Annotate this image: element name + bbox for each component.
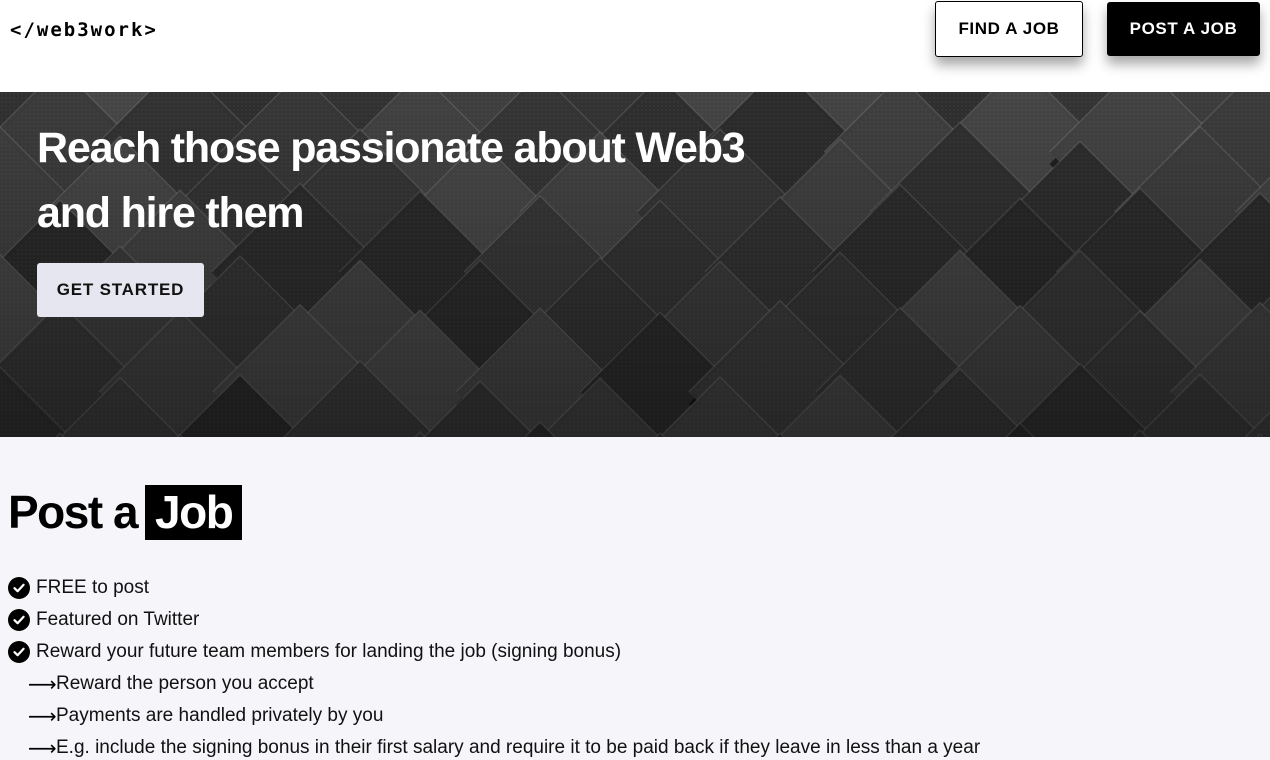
subpoint-text: Reward the person you accept xyxy=(56,673,314,694)
hero-headline-line2: and hire them xyxy=(37,189,305,237)
benefit-text: Featured on Twitter xyxy=(36,609,200,630)
benefits-list: FREE to post Featured on Twitter Reward … xyxy=(8,572,980,760)
check-circle-icon xyxy=(8,609,30,631)
top-navigation-bar: </web3work> FIND A JOB POST A JOB xyxy=(0,0,1270,92)
check-circle-icon xyxy=(8,577,30,599)
long-arrow-right-icon: ⟶ xyxy=(28,672,57,696)
hero-banner: Reach those passionate about Web3 and hi… xyxy=(0,92,1270,437)
hero-headline-line1: Reach those passionate about Web3 xyxy=(37,124,746,172)
post-a-job-heading: Post a Job xyxy=(8,484,243,540)
post-heading-highlight: Job xyxy=(145,484,243,540)
benefit-subpoint: ⟶ Payments are handled privately by you xyxy=(8,700,980,732)
get-started-button[interactable]: GET STARTED xyxy=(37,263,204,317)
long-arrow-right-icon: ⟶ xyxy=(28,704,57,728)
benefit-text: FREE to post xyxy=(36,577,149,598)
check-circle-icon xyxy=(8,641,30,663)
subpoint-text: E.g. include the signing bonus in their … xyxy=(56,737,981,758)
subpoint-text: Payments are handled privately by you xyxy=(56,705,384,726)
hero-headline: Reach those passionate about Web3 and hi… xyxy=(37,116,797,246)
long-arrow-right-icon: ⟶ xyxy=(28,736,57,760)
benefit-subpoint: ⟶ E.g. include the signing bonus in thei… xyxy=(8,732,980,760)
benefit-text: Reward your future team members for land… xyxy=(36,641,622,662)
find-a-job-button[interactable]: FIND A JOB xyxy=(935,1,1083,57)
benefit-item: FREE to post xyxy=(8,572,980,604)
benefit-subpoint: ⟶ Reward the person you accept xyxy=(8,668,980,700)
benefit-item: Reward your future team members for land… xyxy=(8,636,980,668)
site-logo[interactable]: </web3work> xyxy=(10,19,158,41)
post-a-job-button[interactable]: POST A JOB xyxy=(1107,2,1260,56)
post-heading-prefix: Post a xyxy=(8,486,139,538)
benefit-item: Featured on Twitter xyxy=(8,604,980,636)
